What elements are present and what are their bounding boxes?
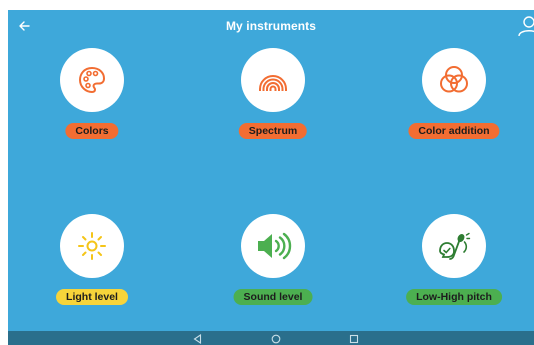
nav-recents-button[interactable] — [348, 333, 360, 344]
recents-square-icon — [349, 334, 359, 343]
instrument-tile-colors[interactable]: Colors — [32, 48, 152, 148]
instrument-tile-light-level[interactable]: Light level — [32, 214, 152, 314]
instrument-label-sound-level: Sound level — [233, 289, 313, 305]
instrument-icon-circle — [422, 214, 486, 278]
speaker-icon — [258, 232, 292, 260]
instrument-label-colors: Colors — [65, 123, 119, 139]
instrument-label-light-level: Light level — [56, 289, 128, 305]
instrument-tile-spectrum[interactable]: Spectrum — [213, 48, 333, 148]
nav-back-button[interactable] — [191, 333, 203, 344]
instrument-label-color-addition: Color addition — [408, 123, 500, 139]
instrument-icon-circle — [241, 214, 305, 278]
app-screen: My instruments Colors Spectrum Color add… — [8, 10, 534, 345]
system-navigation-bar — [8, 331, 534, 345]
color-circles-icon — [440, 66, 468, 93]
app-bar: My instruments — [8, 10, 534, 42]
home-circle-icon — [271, 334, 281, 343]
instrument-icon-circle — [60, 48, 124, 112]
user-icon — [518, 16, 534, 37]
instrument-label-spectrum: Spectrum — [238, 123, 308, 139]
instrument-tile-sound-level[interactable]: Sound level — [213, 214, 333, 314]
sun-icon — [78, 232, 106, 260]
page-title: My instruments — [225, 19, 317, 33]
instrument-label-low-high-pitch: Low-High pitch — [406, 289, 502, 305]
palette-icon — [78, 66, 106, 94]
instrument-tile-low-high-pitch[interactable]: Low-High pitch — [394, 214, 514, 314]
instrument-tile-color-addition[interactable]: Color addition — [394, 48, 514, 148]
profile-button[interactable] — [516, 15, 534, 37]
rainbow-icon — [259, 75, 287, 91]
instrument-icon-circle — [422, 48, 486, 112]
nav-home-button[interactable] — [270, 333, 282, 344]
instrument-icon-circle — [241, 48, 305, 112]
singer-icon — [439, 232, 471, 260]
back-triangle-icon — [193, 333, 201, 344]
instrument-icon-circle — [60, 214, 124, 278]
